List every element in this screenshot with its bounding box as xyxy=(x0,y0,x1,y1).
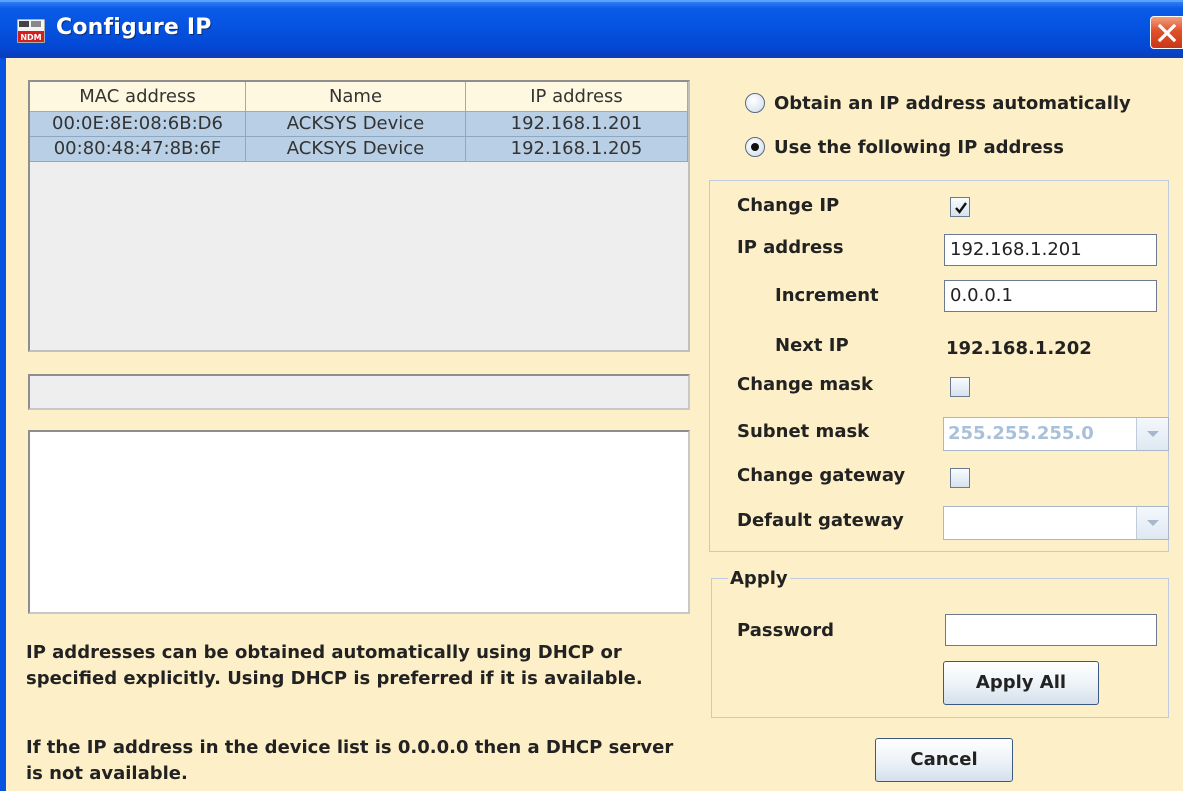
cell-name: ACKSYS Device xyxy=(246,137,466,162)
radio-obtain-automatically[interactable]: Obtain an IP address automatically xyxy=(745,89,1131,117)
radio-button-auto[interactable] xyxy=(745,93,765,113)
change-ip-label: Change IP xyxy=(737,195,840,216)
table-body: 00:0E:8E:08:6B:D6 ACKSYS Device 192.168.… xyxy=(30,112,688,162)
apply-all-button[interactable]: Apply All xyxy=(943,661,1099,705)
chevron-down-icon xyxy=(1147,520,1159,526)
device-table[interactable]: MAC address Name IP address 00:0E:8E:08:… xyxy=(28,80,690,352)
password-label: Password xyxy=(737,620,835,641)
window-title: Configure IP xyxy=(56,15,212,40)
password-input[interactable] xyxy=(945,614,1157,646)
next-ip-label: Next IP xyxy=(775,335,849,356)
radio-use-following[interactable]: Use the following IP address xyxy=(745,133,1064,161)
title-bar[interactable]: NDM Configure IP xyxy=(0,0,1183,58)
change-gateway-label: Change gateway xyxy=(737,465,906,486)
cancel-button[interactable]: Cancel xyxy=(875,738,1013,782)
window-left-border xyxy=(0,58,6,791)
subnet-mask-dropdown-button[interactable] xyxy=(1136,418,1168,450)
default-gateway-label: Default gateway xyxy=(737,510,904,531)
close-icon xyxy=(1157,23,1177,43)
radio-manual-label: Use the following IP address xyxy=(774,136,1064,158)
column-header-mac[interactable]: MAC address xyxy=(30,82,246,112)
cell-name: ACKSYS Device xyxy=(246,112,466,137)
no-dhcp-help-text: If the IP address in the device list is … xyxy=(26,737,674,784)
default-gateway-combo[interactable] xyxy=(943,506,1169,540)
log-text-area[interactable] xyxy=(28,430,690,614)
default-gateway-dropdown-button[interactable] xyxy=(1136,507,1168,539)
apply-legend: Apply xyxy=(728,568,790,589)
change-gateway-checkbox[interactable] xyxy=(950,468,970,488)
ip-address-label: IP address xyxy=(737,237,844,258)
subnet-mask-combo[interactable]: 255.255.255.0 xyxy=(943,417,1169,451)
dhcp-help-text: IP addresses can be obtained automatical… xyxy=(26,642,643,689)
next-ip-value: 192.168.1.202 xyxy=(946,338,1092,359)
table-row[interactable]: 00:0E:8E:08:6B:D6 ACKSYS Device 192.168.… xyxy=(30,112,688,137)
cell-ip: 192.168.1.205 xyxy=(466,137,688,162)
column-header-ip[interactable]: IP address xyxy=(466,82,688,112)
change-mask-label: Change mask xyxy=(737,374,873,395)
increment-input[interactable]: 0.0.0.1 xyxy=(944,280,1157,312)
change-ip-checkbox[interactable] xyxy=(950,197,970,217)
chevron-down-icon xyxy=(1147,431,1159,437)
radio-button-manual[interactable] xyxy=(745,137,765,157)
change-mask-checkbox[interactable] xyxy=(950,377,970,397)
increment-label: Increment xyxy=(775,285,879,306)
status-field xyxy=(28,374,690,410)
cell-mac: 00:80:48:47:8B:6F xyxy=(30,137,246,162)
column-header-name[interactable]: Name xyxy=(246,82,466,112)
ip-address-input[interactable]: 192.168.1.201 xyxy=(944,234,1157,266)
ndm-app-icon: NDM xyxy=(16,18,46,44)
subnet-mask-value: 255.255.255.0 xyxy=(948,423,1094,444)
configure-ip-window: NDM Configure IP MAC address Name IP add… xyxy=(0,0,1183,791)
svg-text:NDM: NDM xyxy=(20,33,41,42)
cell-ip: 192.168.1.201 xyxy=(466,112,688,137)
cell-mac: 00:0E:8E:08:6B:D6 xyxy=(30,112,246,137)
table-header: MAC address Name IP address xyxy=(30,82,688,112)
close-button[interactable] xyxy=(1150,16,1183,49)
apply-panel xyxy=(711,578,1169,718)
checkmark-icon xyxy=(955,202,967,214)
subnet-mask-label: Subnet mask xyxy=(737,421,870,442)
table-row[interactable]: 00:80:48:47:8B:6F ACKSYS Device 192.168.… xyxy=(30,137,688,162)
radio-auto-label: Obtain an IP address automatically xyxy=(774,92,1131,114)
